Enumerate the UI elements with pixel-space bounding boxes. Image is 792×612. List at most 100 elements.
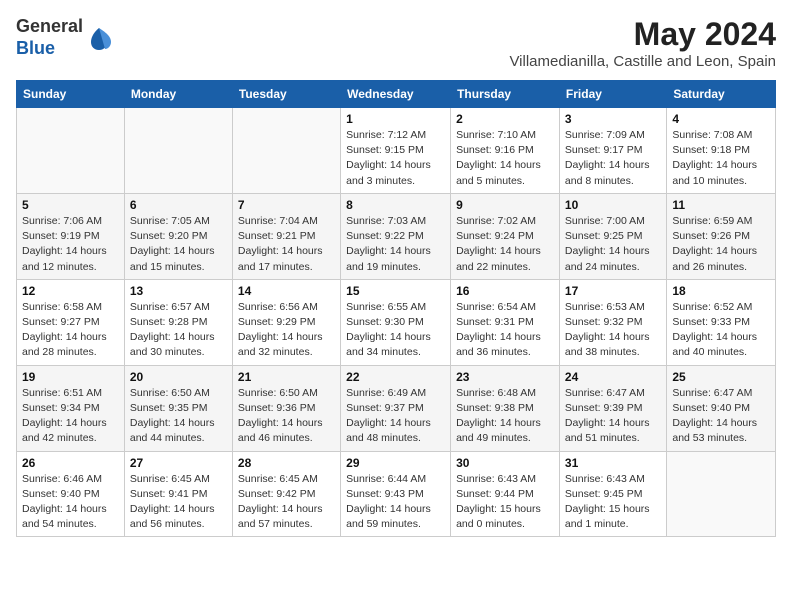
day-info: Sunrise: 7:04 AMSunset: 9:21 PMDaylight:… xyxy=(238,214,335,275)
calendar-cell: 13Sunrise: 6:57 AMSunset: 9:28 PMDayligh… xyxy=(124,279,232,365)
day-info: Sunrise: 6:47 AMSunset: 9:39 PMDaylight:… xyxy=(565,386,661,447)
day-number: 15 xyxy=(346,284,445,298)
day-info: Sunrise: 6:45 AMSunset: 9:42 PMDaylight:… xyxy=(238,472,335,533)
calendar-cell: 17 Sunrise: 6:53 AMSunset: 9:32 PMDayligh… xyxy=(559,279,666,365)
day-info: Sunrise: 6:57 AMSunset: 9:28 PMDaylight:… xyxy=(130,300,227,361)
calendar-cell: 6Sunrise: 7:05 AMSunset: 9:20 PMDaylight… xyxy=(124,193,232,279)
calendar-cell: 16 Sunrise: 6:54 AMSunset: 9:31 PMDayligh… xyxy=(451,279,560,365)
calendar-cell: 21Sunrise: 6:50 AMSunset: 9:36 PMDayligh… xyxy=(232,365,340,451)
day-info: Sunrise: 6:56 AMSunset: 9:29 PMDaylight:… xyxy=(238,300,335,361)
calendar-cell: 24 Sunrise: 6:47 AMSunset: 9:39 PMDayligh… xyxy=(559,365,666,451)
calendar-cell: 8Sunrise: 7:03 AMSunset: 9:22 PMDaylight… xyxy=(341,193,451,279)
day-number: 3 xyxy=(565,112,661,126)
calendar-cell: 11 Sunrise: 6:59 AMSunset: 9:26 PMDayligh… xyxy=(667,193,776,279)
day-number: 23 xyxy=(456,370,554,384)
column-header-monday: Monday xyxy=(124,81,232,108)
day-info: Sunrise: 6:43 AMSunset: 9:45 PMDaylight:… xyxy=(565,472,661,533)
day-number: 16 xyxy=(456,284,554,298)
month-year-title: May 2024 xyxy=(509,16,776,53)
day-info: Sunrise: 7:00 AMSunset: 9:25 PMDaylight:… xyxy=(565,214,661,275)
calendar-cell: 7 Sunrise: 7:04 AMSunset: 9:21 PMDaylight… xyxy=(232,193,340,279)
day-number: 20 xyxy=(130,370,227,384)
day-number: 25 xyxy=(672,370,770,384)
day-info: Sunrise: 6:52 AMSunset: 9:33 PMDaylight:… xyxy=(672,300,770,361)
calendar-cell xyxy=(17,108,125,194)
day-number: 19 xyxy=(22,370,119,384)
day-info: Sunrise: 7:05 AMSunset: 9:20 PMDaylight:… xyxy=(130,214,227,275)
day-info: Sunrise: 7:12 AMSunset: 9:15 PMDaylight:… xyxy=(346,128,445,189)
day-info: Sunrise: 7:06 AMSunset: 9:19 PMDaylight:… xyxy=(22,214,119,275)
column-header-thursday: Thursday xyxy=(451,81,560,108)
day-info: Sunrise: 6:44 AMSunset: 9:43 PMDaylight:… xyxy=(346,472,445,533)
day-number: 11 xyxy=(672,198,770,212)
day-info: Sunrise: 6:59 AMSunset: 9:26 PMDaylight:… xyxy=(672,214,770,275)
calendar-cell: 20Sunrise: 6:50 AMSunset: 9:35 PMDayligh… xyxy=(124,365,232,451)
calendar-cell: 19 Sunrise: 6:51 AMSunset: 9:34 PMDayligh… xyxy=(17,365,125,451)
day-number: 17 xyxy=(565,284,661,298)
day-number: 22 xyxy=(346,370,445,384)
calendar-cell: 10 Sunrise: 7:00 AMSunset: 9:25 PMDayligh… xyxy=(559,193,666,279)
day-info: Sunrise: 6:58 AMSunset: 9:27 PMDaylight:… xyxy=(22,300,119,361)
logo-blue-text: Blue xyxy=(16,38,55,58)
day-number: 10 xyxy=(565,198,661,212)
calendar-cell: 2 Sunrise: 7:10 AMSunset: 9:16 PMDaylight… xyxy=(451,108,560,194)
day-info: Sunrise: 6:49 AMSunset: 9:37 PMDaylight:… xyxy=(346,386,445,447)
day-info: Sunrise: 6:53 AMSunset: 9:32 PMDaylight:… xyxy=(565,300,661,361)
day-info: Sunrise: 7:08 AMSunset: 9:18 PMDaylight:… xyxy=(672,128,770,189)
day-number: 26 xyxy=(22,456,119,470)
calendar-cell: 15 Sunrise: 6:55 AMSunset: 9:30 PMDayligh… xyxy=(341,279,451,365)
column-header-friday: Friday xyxy=(559,81,666,108)
day-number: 27 xyxy=(130,456,227,470)
day-info: Sunrise: 6:54 AMSunset: 9:31 PMDaylight:… xyxy=(456,300,554,361)
column-header-sunday: Sunday xyxy=(17,81,125,108)
calendar-cell: 18 Sunrise: 6:52 AMSunset: 9:33 PMDayligh… xyxy=(667,279,776,365)
calendar-body: 1 Sunrise: 7:12 AMSunset: 9:15 PMDaylight… xyxy=(17,108,776,537)
calendar-cell: 27 Sunrise: 6:45 AMSunset: 9:41 PMDayligh… xyxy=(124,451,232,537)
calendar-cell: 14 Sunrise: 6:56 AMSunset: 9:29 PMDayligh… xyxy=(232,279,340,365)
day-info: Sunrise: 6:55 AMSunset: 9:30 PMDaylight:… xyxy=(346,300,445,361)
day-info: Sunrise: 6:51 AMSunset: 9:34 PMDaylight:… xyxy=(22,386,119,447)
calendar-cell: 12 Sunrise: 6:58 AMSunset: 9:27 PMDayligh… xyxy=(17,279,125,365)
calendar-table: SundayMondayTuesdayWednesdayThursdayFrid… xyxy=(16,80,776,537)
calendar-week-5: 26 Sunrise: 6:46 AMSunset: 9:40 PMDayligh… xyxy=(17,451,776,537)
day-number: 30 xyxy=(456,456,554,470)
logo-general-text: General xyxy=(16,16,83,36)
day-number: 31 xyxy=(565,456,661,470)
calendar-cell: 31 Sunrise: 6:43 AMSunset: 9:45 PMDayligh… xyxy=(559,451,666,537)
calendar-cell xyxy=(232,108,340,194)
calendar-cell: 30 Sunrise: 6:43 AMSunset: 9:44 PMDayligh… xyxy=(451,451,560,537)
day-number: 4 xyxy=(672,112,770,126)
calendar-cell: 4 Sunrise: 7:08 AMSunset: 9:18 PMDaylight… xyxy=(667,108,776,194)
day-info: Sunrise: 6:46 AMSunset: 9:40 PMDaylight:… xyxy=(22,472,119,533)
column-header-saturday: Saturday xyxy=(667,81,776,108)
day-info: Sunrise: 6:45 AMSunset: 9:41 PMDaylight:… xyxy=(130,472,227,533)
day-number: 29 xyxy=(346,456,445,470)
location-subtitle: Villamedianilla, Castille and Leon, Spai… xyxy=(509,53,776,70)
day-number: 2 xyxy=(456,112,554,126)
logo: General Blue xyxy=(16,16,113,59)
day-info: Sunrise: 6:48 AMSunset: 9:38 PMDaylight:… xyxy=(456,386,554,447)
day-number: 24 xyxy=(565,370,661,384)
day-info: Sunrise: 7:03 AMSunset: 9:22 PMDaylight:… xyxy=(346,214,445,275)
calendar-week-1: 1 Sunrise: 7:12 AMSunset: 9:15 PMDaylight… xyxy=(17,108,776,194)
calendar-cell: 25 Sunrise: 6:47 AMSunset: 9:40 PMDayligh… xyxy=(667,365,776,451)
day-info: Sunrise: 7:10 AMSunset: 9:16 PMDaylight:… xyxy=(456,128,554,189)
day-number: 21 xyxy=(238,370,335,384)
title-area: May 2024 Villamedianilla, Castille and L… xyxy=(509,16,776,70)
day-number: 1 xyxy=(346,112,445,126)
calendar-header-row: SundayMondayTuesdayWednesdayThursdayFrid… xyxy=(17,81,776,108)
page-header: General Blue May 2024 Villamedianilla, C… xyxy=(16,16,776,70)
day-number: 12 xyxy=(22,284,119,298)
calendar-cell: 5Sunrise: 7:06 AMSunset: 9:19 PMDaylight… xyxy=(17,193,125,279)
day-info: Sunrise: 6:47 AMSunset: 9:40 PMDaylight:… xyxy=(672,386,770,447)
logo-icon xyxy=(85,24,113,52)
day-number: 7 xyxy=(238,198,335,212)
day-number: 18 xyxy=(672,284,770,298)
calendar-week-3: 12 Sunrise: 6:58 AMSunset: 9:27 PMDayligh… xyxy=(17,279,776,365)
day-info: Sunrise: 6:43 AMSunset: 9:44 PMDaylight:… xyxy=(456,472,554,533)
calendar-cell xyxy=(124,108,232,194)
day-number: 9 xyxy=(456,198,554,212)
calendar-cell: 1 Sunrise: 7:12 AMSunset: 9:15 PMDaylight… xyxy=(341,108,451,194)
day-number: 14 xyxy=(238,284,335,298)
calendar-cell: 28Sunrise: 6:45 AMSunset: 9:42 PMDayligh… xyxy=(232,451,340,537)
